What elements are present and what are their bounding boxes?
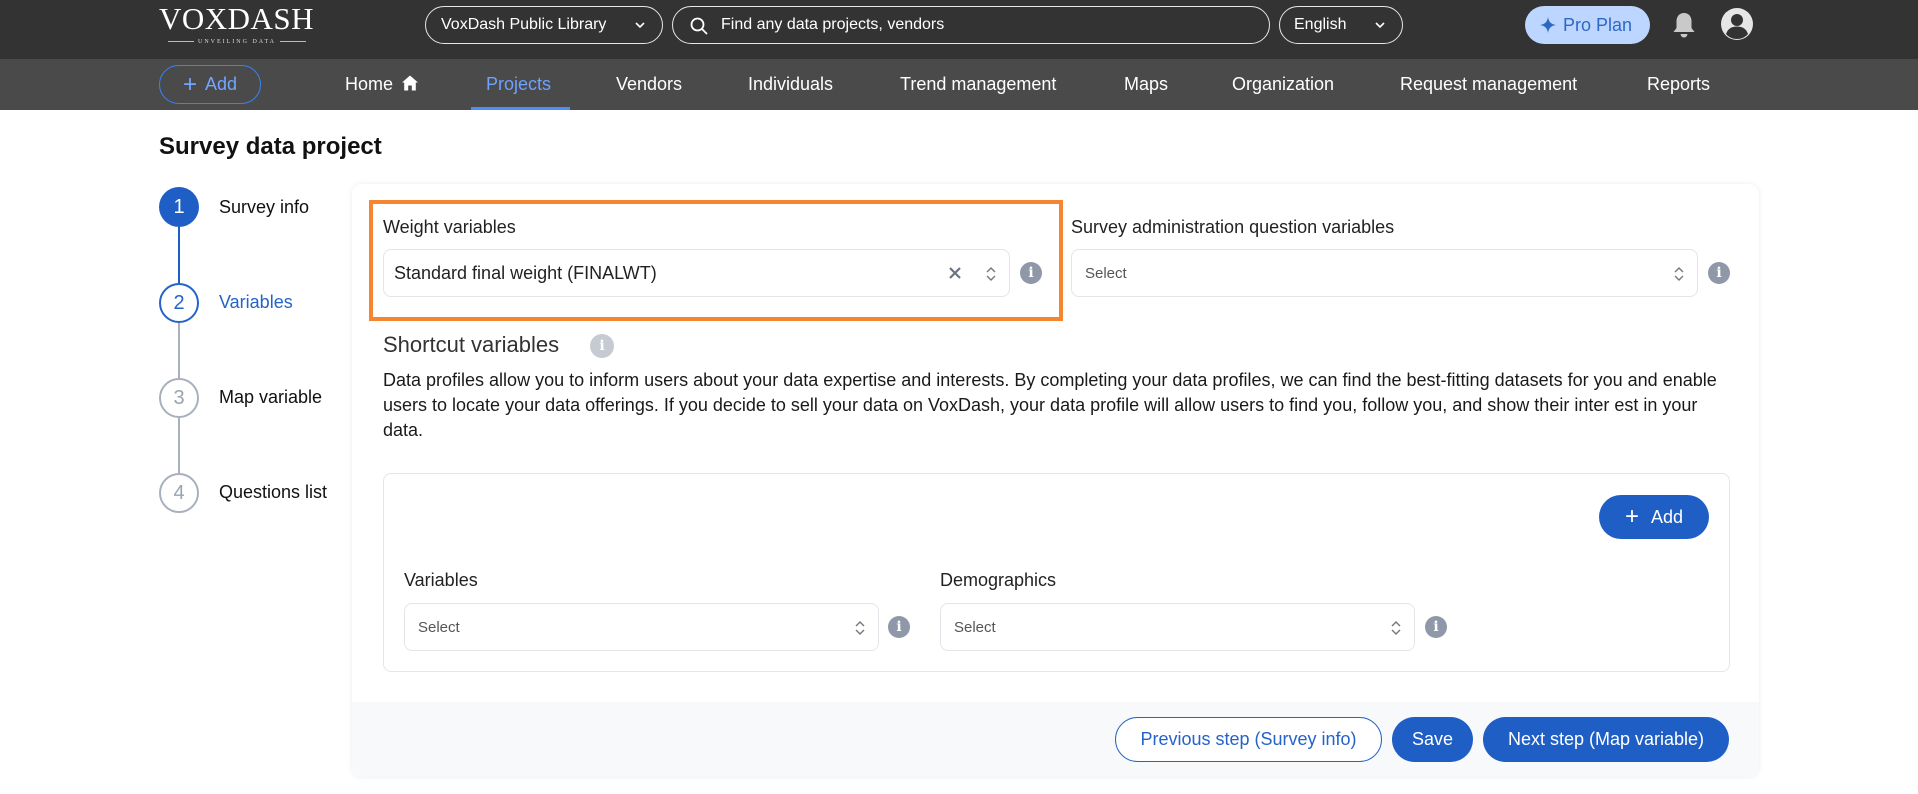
weight-variables-select[interactable]: Standard final weight (FINALWT): [383, 249, 1010, 297]
weight-variables-value: Standard final weight (FINALWT): [394, 262, 657, 283]
info-icon[interactable]: i: [1020, 262, 1042, 284]
nav-item-label: Home: [345, 74, 394, 94]
info-icon[interactable]: i: [1425, 616, 1447, 638]
library-select-value: VoxDash Public Library: [441, 16, 607, 33]
step-2-label[interactable]: Variables: [219, 292, 293, 313]
sort-arrows-icon: [1391, 621, 1401, 635]
logo-text: VOXDASH: [159, 1, 315, 36]
sort-arrows-icon: [1674, 267, 1684, 281]
demographics-placeholder: Select: [954, 618, 996, 636]
step-1-indicator[interactable]: 1: [159, 187, 199, 227]
sparkle-icon: [1540, 17, 1556, 33]
nav-item-trend-management[interactable]: Trend management: [900, 59, 1056, 110]
previous-step-button[interactable]: Previous step (Survey info): [1115, 717, 1382, 762]
main-nav: + Add Home Projects Vendors Individuals …: [0, 59, 1918, 110]
user-avatar-icon[interactable]: [1720, 7, 1754, 41]
stepper-connector: [178, 227, 180, 289]
page-title: Survey data project: [159, 133, 382, 160]
nav-item-request-management[interactable]: Request management: [1400, 59, 1577, 110]
plus-icon: +: [182, 70, 197, 98]
survey-admin-placeholder: Select: [1085, 264, 1127, 282]
search-placeholder: Find any data projects, vendors: [721, 16, 945, 33]
add-shortcut-button[interactable]: + Add: [1599, 495, 1709, 539]
info-icon[interactable]: i: [1708, 262, 1730, 284]
add-shortcut-label: Add: [1650, 506, 1684, 527]
language-select[interactable]: English: [1279, 6, 1403, 44]
notification-bell-icon[interactable]: [1670, 10, 1698, 40]
survey-admin-label: Survey administration question variables: [1071, 217, 1395, 237]
nav-item-reports[interactable]: Reports: [1647, 59, 1710, 110]
demographics-label: Demographics: [940, 570, 1057, 590]
stepper-connector: [178, 323, 180, 386]
step-4-indicator[interactable]: 4: [159, 473, 199, 513]
info-icon[interactable]: i: [888, 616, 910, 638]
sort-arrows-icon: [986, 267, 996, 281]
clear-icon[interactable]: [946, 264, 964, 282]
home-icon: [402, 75, 419, 91]
top-bar: VOXDASH UNVEILING DATA VoxDash Public Li…: [0, 0, 1918, 59]
search-icon: [690, 17, 708, 35]
sort-arrows-icon: [855, 621, 865, 635]
nav-add-label: Add: [204, 74, 238, 94]
step-1-label[interactable]: Survey info: [219, 197, 309, 218]
save-button[interactable]: Save: [1392, 717, 1473, 762]
language-select-value: English: [1294, 16, 1347, 33]
step-2-indicator[interactable]: 2: [159, 283, 199, 323]
shortcut-description: Data profiles allow you to inform users …: [383, 370, 1717, 440]
nav-item-maps[interactable]: Maps: [1124, 59, 1168, 110]
nav-item-vendors[interactable]: Vendors: [616, 59, 682, 110]
nav-item-home[interactable]: Home: [345, 59, 419, 110]
nav-item-projects[interactable]: Projects: [486, 59, 551, 110]
nav-item-individuals[interactable]: Individuals: [748, 59, 833, 110]
pro-plan-button[interactable]: Pro Plan: [1525, 6, 1650, 44]
voxdash-logo[interactable]: VOXDASH UNVEILING DATA: [159, 2, 319, 50]
active-tab-indicator: [471, 107, 570, 110]
weight-variables-label: Weight variables: [383, 217, 516, 237]
pro-plan-label: Pro Plan: [1563, 14, 1633, 35]
plus-icon: +: [1624, 503, 1639, 530]
demographics-select[interactable]: Select: [940, 603, 1415, 651]
nav-add-button[interactable]: + Add: [159, 65, 261, 104]
variables-select[interactable]: Select: [404, 603, 879, 651]
shortcut-variables-title: Shortcut variables: [383, 332, 560, 357]
next-step-button[interactable]: Next step (Map variable): [1483, 717, 1729, 762]
step-3-label[interactable]: Map variable: [219, 387, 322, 408]
step-3-indicator[interactable]: 3: [159, 378, 199, 418]
variables-placeholder: Select: [418, 618, 460, 636]
survey-admin-select[interactable]: Select: [1071, 249, 1698, 297]
library-select[interactable]: VoxDash Public Library: [425, 6, 663, 44]
chevron-down-icon: [635, 22, 645, 29]
nav-item-organization[interactable]: Organization: [1232, 59, 1334, 110]
chevron-down-icon: [1375, 22, 1385, 29]
logo-tagline: UNVEILING DATA: [159, 39, 315, 45]
search-input[interactable]: Find any data projects, vendors: [672, 6, 1270, 44]
variables-label: Variables: [404, 570, 478, 590]
info-icon[interactable]: i: [590, 334, 614, 358]
step-4-label[interactable]: Questions list: [219, 482, 327, 503]
